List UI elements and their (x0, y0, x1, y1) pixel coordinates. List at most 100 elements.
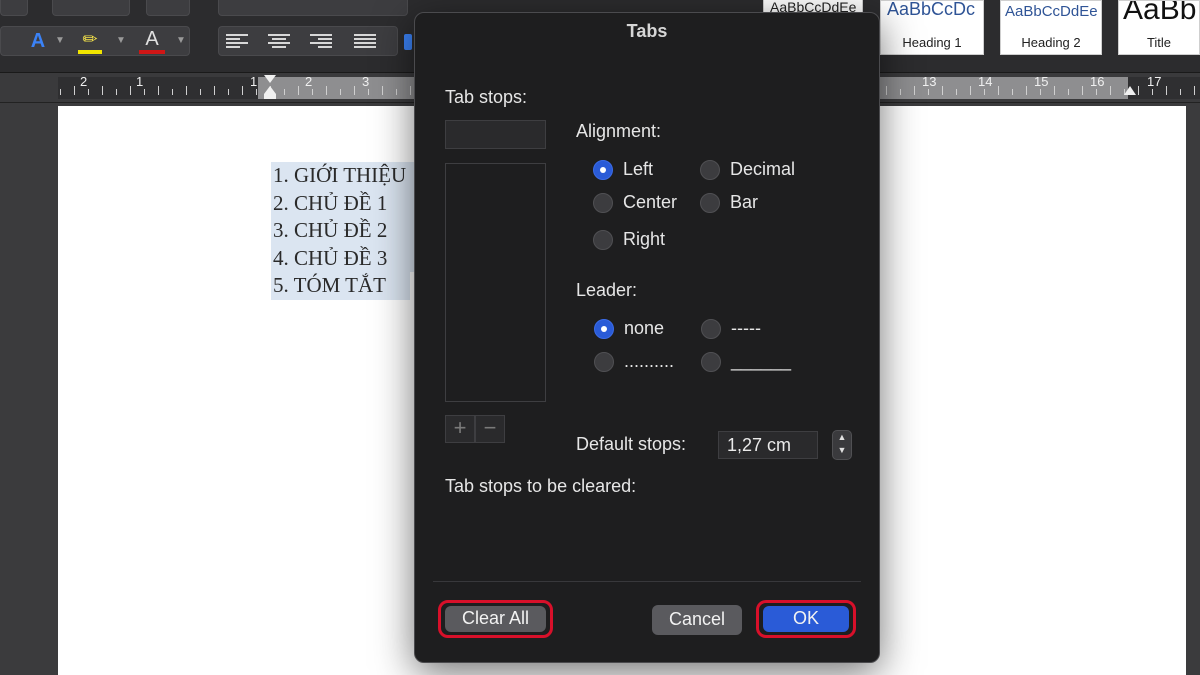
hanging-indent-marker[interactable] (264, 86, 276, 94)
ruler-tick (312, 89, 313, 95)
ruler-tick (1068, 89, 1069, 95)
radio-icon[interactable] (593, 229, 613, 250)
left-indent-marker[interactable] (264, 94, 276, 99)
list-item[interactable]: 1. GIỚI THIỆU (271, 162, 416, 190)
change-case-button[interactable] (52, 0, 130, 16)
chevron-down-icon[interactable]: ▼ (833, 444, 851, 457)
document-outline-list[interactable]: 1. GIỚI THIỆU 2. CHỦ ĐỀ 1 3. CHỦ ĐỀ 2 4.… (271, 162, 416, 300)
ruler-tick (354, 86, 355, 95)
tab-stop-position-input[interactable] (445, 120, 546, 149)
style-heading-2-card[interactable]: AaBbCcDdEe Heading 2 (1000, 0, 1102, 55)
ruler-tick (1110, 86, 1111, 95)
radio-icon[interactable] (700, 159, 720, 180)
tab-stops-label: Tab stops: (445, 87, 528, 107)
ruler-tick (1166, 86, 1167, 95)
radio-selected-icon[interactable] (593, 159, 613, 180)
ok-button[interactable]: OK (763, 606, 849, 632)
remove-tab-stop-button[interactable]: − (475, 415, 505, 443)
right-indent-marker[interactable] (1124, 86, 1136, 95)
clear-all-button[interactable]: Clear All (445, 606, 546, 632)
style-name: Heading 1 (902, 35, 962, 50)
ruler-tick (886, 86, 887, 95)
list-item[interactable]: 2. CHỦ ĐỀ 1 (271, 189, 416, 217)
ruler-tick (942, 86, 943, 95)
ruler-tick (1082, 86, 1083, 95)
alignment-decimal-radio[interactable]: Decimal (700, 159, 795, 180)
leader-dashes-radio[interactable]: ----- (701, 318, 761, 339)
ruler-tick (382, 86, 383, 95)
alignment-label: Alignment: (576, 121, 662, 141)
alignment-bar-radio[interactable]: Bar (700, 192, 758, 213)
ruler-number: 16 (1090, 74, 1105, 89)
ruler-tick (1152, 89, 1153, 95)
list-item[interactable]: 5. TÓM TẮT (271, 272, 410, 300)
radio-icon[interactable] (701, 318, 721, 339)
ruler-tick (1194, 86, 1195, 95)
ruler-tick (984, 89, 985, 95)
align-center-icon[interactable] (268, 34, 290, 50)
first-line-indent-marker[interactable] (264, 75, 276, 83)
ruler-number: 14 (978, 74, 993, 89)
radio-icon[interactable] (593, 192, 613, 213)
ruler-tick (1138, 86, 1139, 95)
default-stops-label: Default stops: (576, 434, 687, 454)
radio-icon[interactable] (594, 351, 614, 372)
ruler-tick (158, 86, 159, 95)
tab-stops-list[interactable] (445, 163, 546, 402)
default-stops-input[interactable]: 1,27 cm (718, 431, 818, 459)
tabs-dialog: Tabs Tab stops: + − Alignment: Left Deci… (414, 12, 880, 663)
radio-label: Bar (730, 192, 759, 212)
leader-none-radio[interactable]: none (594, 318, 664, 339)
chevron-up-icon[interactable]: ▲ (833, 431, 851, 444)
clear-formatting-button[interactable] (146, 0, 190, 16)
text-effects-icon[interactable]: A (26, 26, 50, 56)
align-right-icon[interactable] (310, 34, 332, 50)
chevron-down-icon[interactable]: ▼ (55, 26, 65, 56)
alignment-right-radio[interactable]: Right (593, 229, 665, 250)
leader-underline-radio[interactable]: ______ (701, 351, 791, 372)
dialog-divider (433, 581, 861, 582)
ruler-number: 2 (80, 74, 88, 89)
chevron-down-icon[interactable]: ▼ (116, 26, 126, 56)
ruler-tick (410, 86, 411, 95)
ruler-tick (256, 89, 257, 95)
dialog-title: Tabs (626, 21, 668, 41)
ruler-tick (1026, 86, 1027, 95)
radio-label: Decimal (730, 159, 796, 179)
ruler-tick (200, 89, 201, 95)
chevron-down-icon[interactable]: ▼ (176, 26, 186, 56)
leader-dots-radio[interactable]: .......... (594, 351, 674, 372)
ruler-tick (1096, 89, 1097, 95)
default-stops-stepper[interactable]: ▲ ▼ (832, 430, 852, 460)
ruler-number: 3 (362, 74, 370, 89)
radio-selected-icon[interactable] (594, 318, 614, 339)
alignment-left-radio[interactable]: Left (593, 159, 653, 180)
ruler-tick (88, 89, 89, 95)
radio-icon[interactable] (701, 351, 721, 372)
radio-icon[interactable] (700, 192, 720, 213)
style-title-card[interactable]: AaBb Title (1118, 0, 1200, 55)
cancel-button[interactable]: Cancel (652, 605, 742, 635)
font-size-button[interactable] (0, 0, 28, 16)
justify-icon[interactable] (354, 34, 376, 50)
tab-stops-cleared-label: Tab stops to be cleared: (445, 476, 637, 496)
ruler-tick (172, 89, 173, 95)
ruler-number: 15 (1034, 74, 1049, 89)
ruler-tick (998, 86, 999, 95)
style-heading-1-card[interactable]: AaBbCcDc Heading 1 (880, 0, 984, 55)
ruler-tick (368, 89, 369, 95)
ruler-tick (116, 89, 117, 95)
ruler-tick (326, 86, 327, 95)
line-spacing-icon[interactable] (404, 34, 412, 50)
list-item[interactable]: 3. CHỦ ĐỀ 2 (271, 217, 416, 245)
radio-label: Left (623, 159, 654, 179)
align-left-icon[interactable] (226, 34, 248, 50)
ruler-tick (1054, 86, 1055, 95)
paragraph-top-button[interactable] (218, 0, 408, 16)
add-tab-stop-button[interactable]: + (445, 415, 475, 443)
ruler-tick (284, 89, 285, 95)
list-item[interactable]: 4. CHỦ ĐỀ 3 (271, 244, 416, 272)
ruler-tick (214, 86, 215, 95)
radio-label: ----- (731, 318, 761, 338)
alignment-center-radio[interactable]: Center (593, 192, 677, 213)
